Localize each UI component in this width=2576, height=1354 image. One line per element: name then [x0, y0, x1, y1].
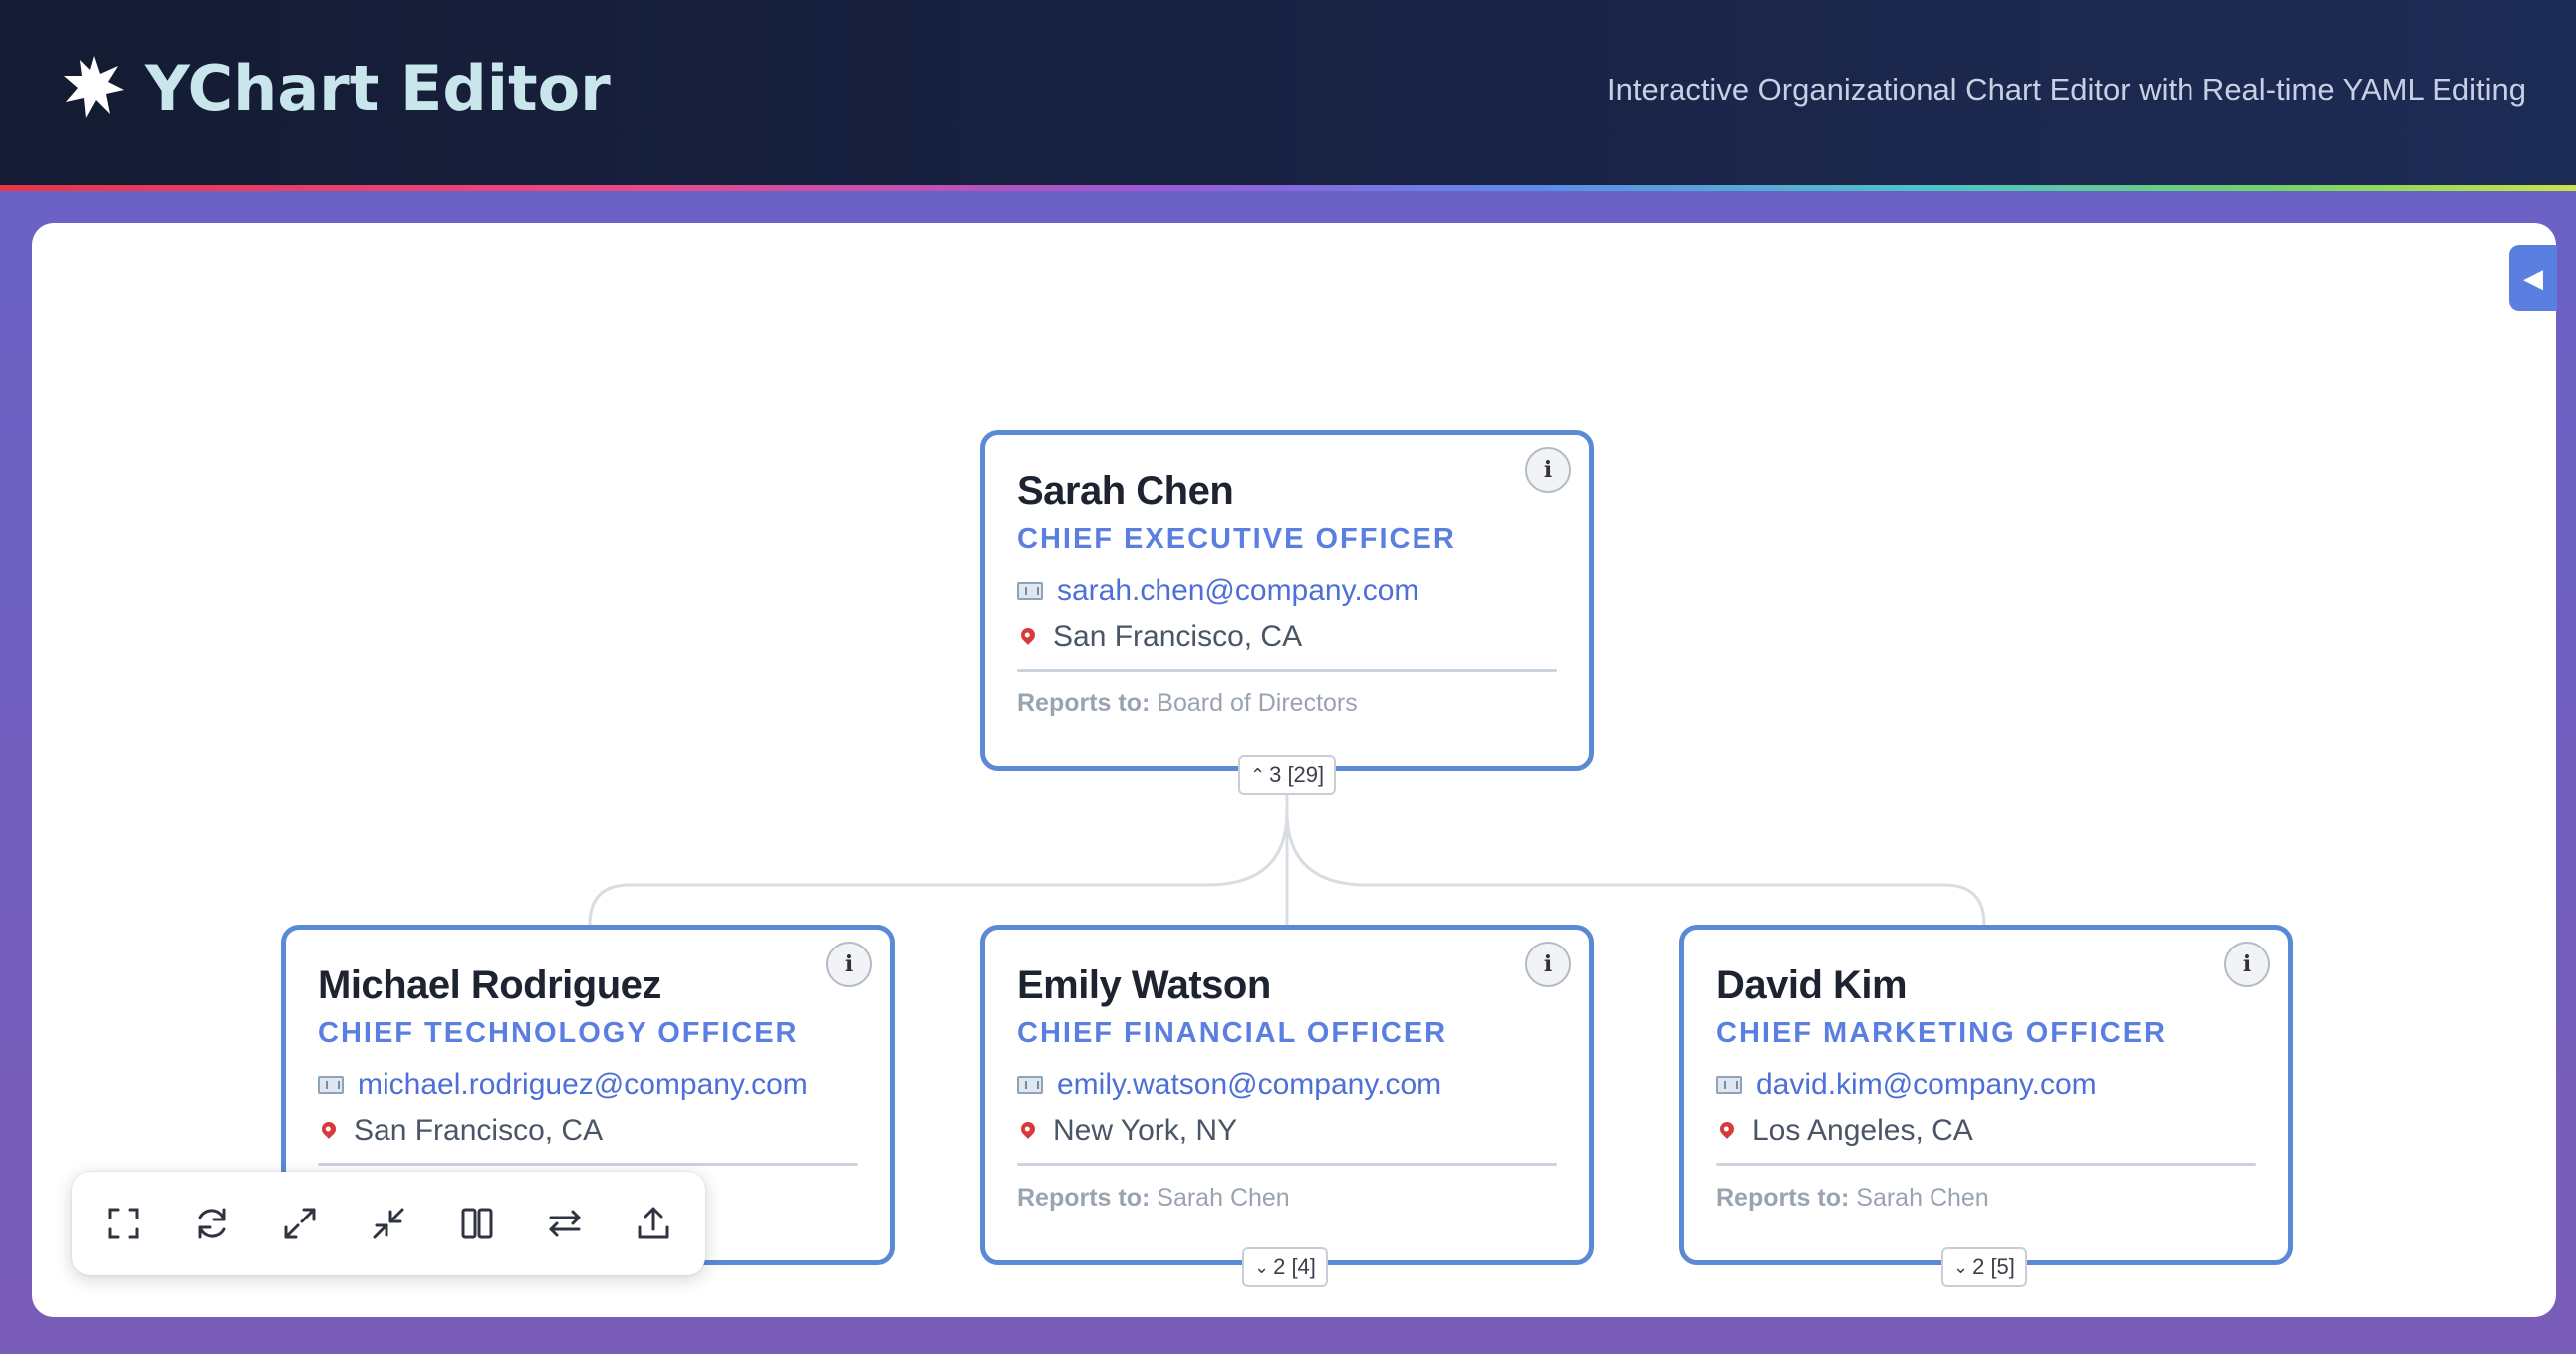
refresh-button[interactable] [182, 1194, 242, 1253]
swap-button[interactable] [535, 1194, 595, 1253]
card-email-text: michael.rodriguez@company.com [358, 1068, 808, 1101]
card-location: San Francisco, CA [318, 1113, 858, 1149]
card-name: Emily Watson [1017, 963, 1271, 1007]
card-email-text: sarah.chen@company.com [1057, 574, 1419, 607]
card-email[interactable]: emily.watson@company.com [1017, 1067, 1557, 1103]
chevron-up-icon: ⌃ [1250, 764, 1266, 785]
card-email-text: david.kim@company.com [1756, 1068, 2097, 1101]
card-location-text: New York, NY [1053, 1114, 1238, 1147]
card-reports-to: Reports to: Sarah Chen [1017, 1184, 1557, 1213]
collapse-children-button[interactable]: ⌃ 3 [29] [1238, 755, 1337, 795]
envelope-icon [1716, 1076, 1742, 1094]
card-title: CHIEF MARKETING OFFICER [1716, 1017, 2167, 1049]
app-subtitle: Interactive Organizational Chart Editor … [1607, 72, 2526, 107]
app-header: YChart Editor Interactive Organizational… [0, 0, 2576, 185]
app-logo: YChart Editor [64, 48, 611, 128]
chevron-down-icon: ⌄ [1953, 1256, 1969, 1277]
fit-screen-icon [108, 1208, 139, 1239]
info-icon: i [844, 951, 854, 977]
reports-value: Sarah Chen [1157, 1184, 1290, 1212]
org-card-cfo[interactable]: Emily Watson CHIEF FINANCIAL OFFICER emi… [980, 925, 1594, 1265]
reports-label: Reports to: [1017, 689, 1151, 717]
envelope-icon [1017, 1076, 1043, 1094]
expand-children-button[interactable]: ⌄ 2 [4] [1242, 1247, 1328, 1287]
card-email-text: emily.watson@company.com [1057, 1068, 1442, 1101]
chevron-down-icon: ⌄ [1254, 1256, 1270, 1277]
location-pin-icon [319, 1119, 339, 1139]
info-icon: i [1543, 457, 1553, 483]
caret-left-icon: ◀ [2523, 263, 2543, 293]
card-location: Los Angeles, CA [1716, 1113, 2256, 1149]
chart-canvas[interactable]: Sarah Chen CHIEF EXECUTIVE OFFICER sarah… [32, 223, 2556, 1317]
location-pin-icon [1717, 1119, 1737, 1139]
fit-screen-button[interactable] [94, 1194, 153, 1253]
reports-value: Board of Directors [1157, 689, 1358, 717]
card-location: New York, NY [1017, 1113, 1557, 1149]
card-location: San Francisco, CA [1017, 619, 1557, 655]
export-icon [638, 1207, 669, 1239]
card-name: David Kim [1716, 963, 1908, 1007]
card-title: CHIEF TECHNOLOGY OFFICER [318, 1017, 799, 1049]
collapse-all-icon [373, 1208, 404, 1239]
children-count: 2 [5] [1972, 1254, 2015, 1279]
card-divider [1716, 1163, 2256, 1166]
card-title: CHIEF FINANCIAL OFFICER [1017, 1017, 1448, 1049]
children-count: 3 [29] [1269, 762, 1325, 787]
expand-all-icon [284, 1208, 316, 1239]
columns-button[interactable] [447, 1194, 507, 1253]
expand-all-button[interactable] [270, 1194, 330, 1253]
info-button[interactable]: i [1525, 942, 1571, 987]
children-count: 2 [4] [1273, 1254, 1316, 1279]
card-title: CHIEF EXECUTIVE OFFICER [1017, 523, 1456, 555]
card-divider [1017, 669, 1557, 672]
card-divider [1017, 1163, 1557, 1166]
star-burst-icon [64, 56, 124, 118]
card-location-text: San Francisco, CA [354, 1114, 604, 1147]
swap-icon [549, 1210, 581, 1237]
card-email[interactable]: sarah.chen@company.com [1017, 573, 1557, 609]
refresh-icon [198, 1208, 226, 1239]
card-location-text: San Francisco, CA [1053, 620, 1303, 653]
card-email[interactable]: michael.rodriguez@company.com [318, 1067, 858, 1103]
expand-children-button[interactable]: ⌄ 2 [5] [1941, 1247, 2027, 1287]
info-button[interactable]: i [1525, 447, 1571, 493]
card-name: Michael Rodriguez [318, 963, 661, 1007]
card-email[interactable]: david.kim@company.com [1716, 1067, 2256, 1103]
columns-icon [461, 1208, 493, 1239]
reports-label: Reports to: [1017, 1184, 1151, 1212]
header-accent-bar [0, 185, 2576, 191]
location-pin-icon [1018, 1119, 1038, 1139]
export-button[interactable] [624, 1194, 683, 1253]
org-card-ceo[interactable]: Sarah Chen CHIEF EXECUTIVE OFFICER sarah… [980, 430, 1594, 771]
app-title: YChart Editor [145, 51, 611, 125]
card-name: Sarah Chen [1017, 469, 1234, 513]
info-button[interactable]: i [2224, 942, 2270, 987]
collapse-all-button[interactable] [359, 1194, 418, 1253]
info-icon: i [1543, 951, 1553, 977]
org-card-cmo[interactable]: David Kim CHIEF MARKETING OFFICER david.… [1679, 925, 2293, 1265]
info-button[interactable]: i [826, 942, 872, 987]
chart-toolbar [72, 1172, 705, 1275]
card-divider [318, 1163, 858, 1166]
reports-value: Sarah Chen [1856, 1184, 1989, 1212]
info-icon: i [2242, 951, 2252, 977]
card-location-text: Los Angeles, CA [1752, 1114, 1973, 1147]
location-pin-icon [1018, 625, 1038, 645]
card-reports-to: Reports to: Board of Directors [1017, 689, 1557, 718]
envelope-icon [1017, 582, 1043, 600]
reports-label: Reports to: [1716, 1184, 1850, 1212]
card-reports-to: Reports to: Sarah Chen [1716, 1184, 2256, 1213]
sidebar-toggle-button[interactable]: ◀ [2509, 245, 2557, 311]
envelope-icon [318, 1076, 344, 1094]
